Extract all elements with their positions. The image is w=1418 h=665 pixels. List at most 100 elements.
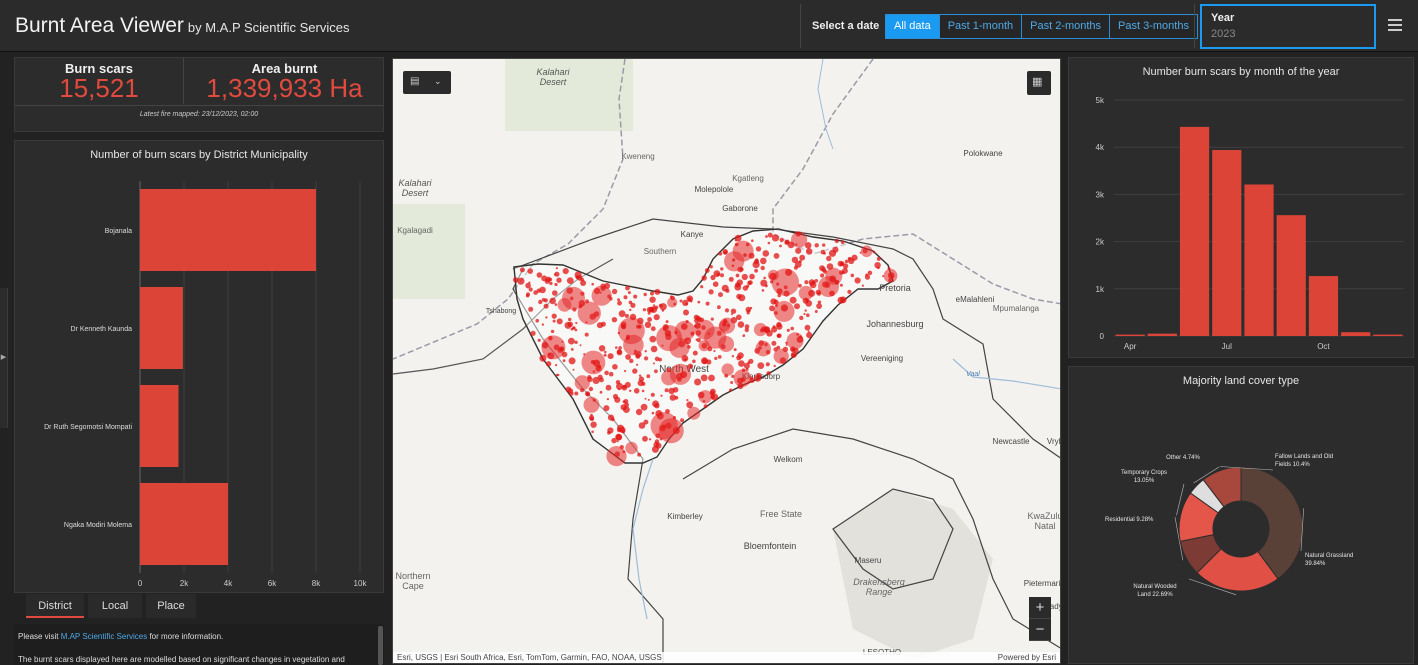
burn-scar-marker[interactable] — [839, 283, 843, 287]
burn-scar-marker[interactable] — [528, 287, 533, 292]
burn-scar-marker[interactable] — [814, 310, 818, 313]
burn-scar-marker[interactable] — [640, 403, 648, 411]
burn-scar-marker[interactable] — [644, 397, 647, 400]
burn-scar-marker[interactable] — [805, 248, 813, 255]
burn-scar-marker[interactable] — [794, 303, 800, 310]
zoom-in-button[interactable]: + — [1029, 597, 1051, 619]
burn-scar-marker[interactable] — [669, 394, 676, 401]
burn-scar-marker[interactable] — [718, 336, 735, 352]
burn-scar-marker[interactable] — [770, 298, 777, 305]
burn-scar-marker[interactable] — [632, 368, 638, 374]
burn-scar-marker[interactable] — [755, 258, 759, 262]
burn-scar-marker[interactable] — [737, 383, 744, 390]
burn-scar-marker[interactable] — [766, 371, 771, 376]
burn-scar-marker[interactable] — [704, 268, 710, 273]
burn-scar-marker[interactable] — [660, 394, 663, 397]
burn-scar-marker[interactable] — [591, 282, 594, 286]
burn-scar-marker[interactable] — [722, 322, 727, 327]
burn-scar-marker[interactable] — [728, 276, 734, 282]
burn-scar-marker[interactable] — [650, 392, 655, 397]
burn-scar-marker[interactable] — [562, 359, 566, 362]
burn-scar-marker[interactable] — [651, 445, 659, 453]
burn-scar-marker[interactable] — [789, 296, 797, 304]
burn-scar-marker[interactable] — [585, 391, 590, 397]
burn-scar-marker[interactable] — [536, 288, 541, 293]
burn-scar-marker[interactable] — [633, 388, 640, 394]
burn-scar-marker[interactable] — [551, 313, 557, 319]
burn-scar-marker[interactable] — [741, 377, 746, 382]
burn-scar-marker[interactable] — [615, 346, 618, 349]
burn-scar-marker[interactable] — [718, 251, 723, 256]
burn-scar-marker[interactable] — [680, 371, 688, 379]
burn-scar-marker[interactable] — [887, 272, 895, 279]
burn-scar-marker[interactable] — [779, 237, 784, 243]
burn-scar-marker[interactable] — [668, 387, 675, 395]
burn-scar-marker[interactable] — [627, 291, 631, 295]
burn-scar-marker[interactable] — [730, 308, 737, 314]
burn-scar-marker[interactable] — [554, 271, 560, 277]
burn-scar-marker[interactable] — [720, 267, 724, 271]
burn-scar-marker[interactable] — [552, 290, 558, 296]
burn-scar-marker[interactable] — [648, 438, 652, 441]
burn-scar-marker[interactable] — [785, 268, 793, 276]
burn-scar-marker[interactable] — [612, 393, 619, 400]
burn-scar-marker[interactable] — [630, 302, 636, 308]
burn-scar-marker[interactable] — [535, 318, 539, 323]
burn-scar-marker[interactable] — [864, 274, 871, 280]
month-bar[interactable] — [1212, 150, 1242, 336]
burn-scar-marker[interactable] — [554, 282, 558, 287]
burn-scar-marker[interactable] — [763, 276, 766, 280]
burn-scar-marker[interactable] — [606, 398, 609, 401]
burn-scar-marker[interactable] — [650, 326, 656, 332]
burn-scar-marker[interactable] — [629, 358, 634, 364]
burn-scar-marker[interactable] — [519, 267, 525, 273]
burn-scar-marker[interactable] — [572, 368, 575, 371]
burn-scar-marker[interactable] — [772, 325, 776, 329]
burn-scar-marker[interactable] — [773, 253, 780, 259]
burn-scar-marker[interactable] — [804, 324, 811, 331]
burn-scar-marker[interactable] — [697, 391, 705, 399]
burn-scar-marker[interactable] — [749, 273, 755, 280]
burn-scar-marker[interactable] — [710, 388, 716, 395]
burn-scar-marker[interactable] — [666, 367, 671, 372]
burn-scar-marker[interactable] — [633, 294, 638, 299]
burn-scar-marker[interactable] — [555, 267, 558, 270]
burn-scar-marker[interactable] — [791, 353, 796, 358]
burn-scar-marker[interactable] — [749, 306, 753, 310]
burn-scar-marker[interactable] — [733, 348, 737, 352]
burn-scar-marker[interactable] — [568, 337, 575, 345]
burn-scar-marker[interactable] — [837, 260, 844, 267]
burn-scar-marker[interactable] — [773, 348, 789, 364]
burn-scar-marker[interactable] — [654, 403, 660, 409]
burn-scar-marker[interactable] — [742, 334, 746, 337]
burn-scar-marker[interactable] — [562, 268, 569, 275]
burn-scar-marker[interactable] — [686, 401, 694, 409]
month-bar[interactable] — [1276, 215, 1306, 336]
burn-scar-marker[interactable] — [821, 267, 826, 273]
burn-scar-marker[interactable] — [556, 318, 563, 325]
burn-scar-marker[interactable] — [578, 304, 583, 309]
burn-scar-marker[interactable] — [664, 330, 672, 337]
burn-scar-marker[interactable] — [776, 288, 783, 295]
burn-scar-marker[interactable] — [749, 377, 755, 383]
burn-scar-marker[interactable] — [585, 299, 589, 304]
burn-scar-marker[interactable] — [603, 353, 607, 357]
burn-scar-marker[interactable] — [549, 297, 556, 305]
burn-scar-marker[interactable] — [751, 239, 754, 242]
burn-scar-marker[interactable] — [659, 303, 667, 311]
burn-scar-marker[interactable] — [887, 267, 891, 271]
info-link[interactable]: M.AP Scientific Services — [61, 632, 148, 641]
burn-scar-marker[interactable] — [734, 242, 739, 247]
burn-scar-marker[interactable] — [545, 276, 551, 282]
burn-scar-marker[interactable] — [579, 344, 582, 347]
burn-scar-marker[interactable] — [829, 275, 837, 283]
date-button-1-month[interactable]: Past 1-month — [938, 14, 1023, 39]
burn-scar-marker[interactable] — [649, 296, 656, 303]
burn-scar-marker[interactable] — [820, 273, 825, 278]
burn-scar-marker[interactable] — [713, 349, 716, 353]
burn-scar-marker[interactable] — [611, 317, 618, 323]
burn-scar-marker[interactable] — [780, 304, 789, 312]
burn-scar-marker[interactable] — [629, 308, 632, 312]
burn-scar-marker[interactable] — [847, 289, 852, 294]
burn-scar-marker[interactable] — [712, 281, 719, 287]
